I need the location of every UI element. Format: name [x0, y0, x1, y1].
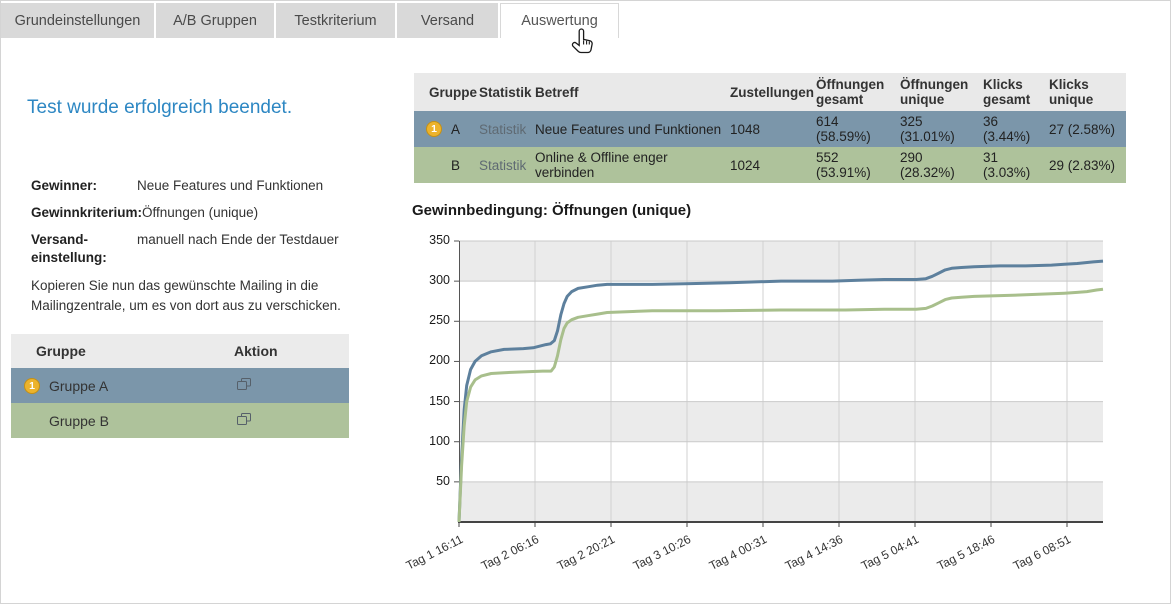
y-tick-label: 250 — [412, 313, 450, 327]
chart-title: Gewinnbedingung: Öffnungen (unique) — [412, 202, 691, 219]
group-row-b[interactable]: Gruppe B — [11, 403, 349, 438]
test-summary: Gewinner: Neue Features und Funktionen G… — [31, 177, 361, 276]
x-tick-label: Tag 5 04:41 — [859, 532, 921, 573]
y-tick-label: 350 — [412, 233, 450, 247]
tab-ab-gruppen[interactable]: A/B Gruppen — [156, 3, 274, 38]
ab-test-evaluation-page: Grundeinstellungen A/B Gruppen Testkrite… — [0, 0, 1171, 604]
row-a-gruppe: A — [451, 122, 460, 137]
instruction-note: Kopieren Sie nun das gewünschte Mailing … — [31, 276, 347, 316]
hand-pointer-cursor-icon — [570, 28, 594, 56]
x-tick-label: Tag 2 06:16 — [479, 532, 541, 573]
x-tick-label: Tag 1 16:11 — [404, 532, 465, 573]
row-b-betreff: Online & Offline enger verbinden — [535, 150, 730, 180]
copy-icon[interactable] — [237, 378, 251, 391]
summary-row-versandeinstellung: Versand-einstellung: manuell nach Ende d… — [31, 231, 361, 267]
summary-row-gewinnkriterium: Gewinnkriterium: Öffnungen (unique) — [31, 204, 361, 222]
tab-grundeinstellungen[interactable]: Grundeinstellungen — [1, 3, 154, 38]
row-a-klicks-unique: 27 (2.58%) — [1049, 122, 1126, 137]
col-statistik: Statistik — [479, 85, 535, 100]
row-a-oeffnungen-gesamt: 614 (58.59%) — [816, 114, 900, 144]
row-b-klicks-gesamt: 31 (3.03%) — [983, 150, 1049, 180]
row-a-oeffnungen-unique: 325 (31.01%) — [900, 114, 983, 144]
x-tick-label: Tag 6 08:51 — [1011, 532, 1073, 573]
results-table: Gruppe Statistik Betreff Zustellungen Öf… — [414, 73, 1126, 183]
summary-row-gewinner: Gewinner: Neue Features und Funktionen — [31, 177, 361, 195]
y-tick-label: 150 — [412, 394, 450, 408]
y-tick-label: 100 — [412, 434, 450, 448]
winner-condition-chart: Gewinnbedingung: Öffnungen (unique) 50 10… — [404, 196, 1114, 581]
x-tick-label: Tag 2 20:21 — [555, 532, 617, 573]
tab-auswertung[interactable]: Auswertung — [500, 3, 619, 38]
row-a-betreff: Neue Features und Funktionen — [535, 122, 730, 137]
y-tick-label: 200 — [412, 353, 450, 367]
y-tick-label: 50 — [412, 474, 450, 488]
plot-area — [459, 241, 1103, 522]
group-b-name: Gruppe B — [49, 413, 109, 429]
tab-versand[interactable]: Versand — [397, 3, 498, 38]
status-heading: Test wurde erfolgreich beendet. — [27, 97, 292, 119]
results-row-b: B Statistik Online & Offline enger verbi… — [414, 147, 1126, 183]
tab-testkriterium[interactable]: Testkriterium — [276, 3, 395, 38]
winner-badge-icon: 1 — [426, 121, 442, 137]
group-table-header: Gruppe Aktion — [11, 334, 349, 368]
row-b-oeffnungen-gesamt: 552 (53.91%) — [816, 150, 900, 180]
group-column-header: Gruppe — [11, 343, 224, 359]
col-betreff: Betreff — [535, 85, 730, 100]
group-row-a[interactable]: 1 Gruppe A — [11, 368, 349, 403]
gewinnkriterium-value: Öffnungen (unique) — [142, 204, 361, 222]
x-tick-label: Tag 5 18:46 — [935, 532, 997, 573]
x-tick-label: Tag 3 10:26 — [631, 532, 693, 573]
row-a-zustellungen: 1048 — [730, 122, 816, 137]
gewinner-value: Neue Features und Funktionen — [137, 177, 361, 195]
x-tick-label: Tag 4 00:31 — [707, 532, 769, 573]
row-a-klicks-gesamt: 36 (3.44%) — [983, 114, 1049, 144]
versandeinstellung-value: manuell nach Ende der Testdauer — [137, 231, 361, 267]
statistik-link[interactable]: Statistik — [479, 158, 526, 173]
copy-icon[interactable] — [237, 413, 251, 426]
col-oeffnungen-unique: Öffnungen unique — [900, 77, 983, 107]
gewinnkriterium-label: Gewinnkriterium: — [31, 204, 142, 222]
results-table-header: Gruppe Statistik Betreff Zustellungen Öf… — [414, 73, 1126, 111]
y-tick-label: 300 — [412, 273, 450, 287]
statistik-link[interactable]: Statistik — [479, 122, 526, 137]
row-b-zustellungen: 1024 — [730, 158, 816, 173]
col-gruppe: Gruppe — [414, 85, 479, 100]
results-row-a: 1 A Statistik Neue Features und Funktion… — [414, 111, 1126, 147]
winner-badge-icon: 1 — [24, 378, 40, 394]
col-klicks-gesamt: Klicks gesamt — [983, 77, 1049, 107]
row-b-oeffnungen-unique: 290 (28.32%) — [900, 150, 983, 180]
gewinner-label: Gewinner: — [31, 177, 137, 195]
row-b-klicks-unique: 29 (2.83%) — [1049, 158, 1126, 173]
versandeinstellung-label: Versand-einstellung: — [31, 231, 137, 267]
row-b-gruppe: B — [451, 158, 460, 173]
col-oeffnungen-gesamt: Öffnungen gesamt — [816, 77, 900, 107]
col-klicks-unique: Klicks unique — [1049, 77, 1126, 107]
action-column-header: Aktion — [224, 343, 349, 359]
group-table: Gruppe Aktion 1 Gruppe A Gruppe B — [11, 334, 349, 438]
col-zustellungen: Zustellungen — [730, 85, 816, 100]
group-a-name: Gruppe A — [49, 378, 108, 394]
x-tick-label: Tag 4 14:36 — [783, 532, 845, 573]
